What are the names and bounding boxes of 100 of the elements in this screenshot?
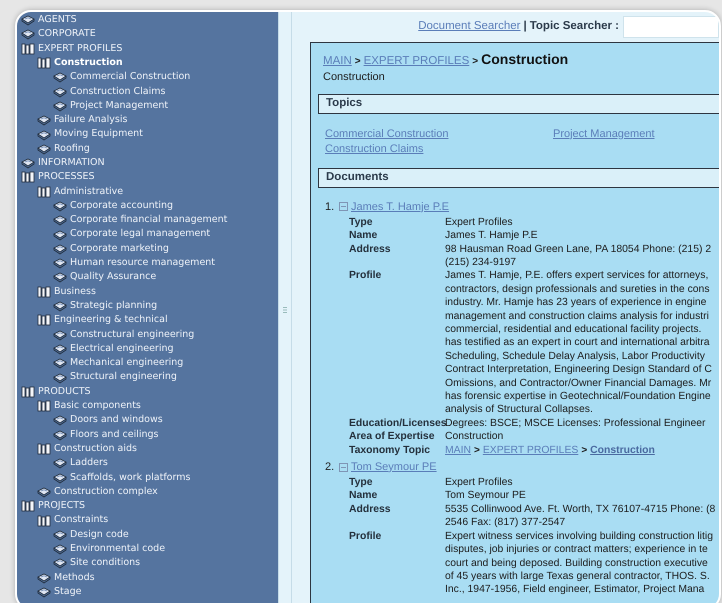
field-value: has forensic expertise in Geotechnical/Foundation Engine (445, 390, 712, 404)
tree-item[interactable]: INFORMATION (17, 156, 278, 170)
field-value: Expert witness services involving building construction litig (445, 530, 714, 544)
field-value: Expert Profiles (445, 216, 514, 230)
document-title-link[interactable]: Tom Seymour PE (351, 458, 437, 476)
closed-book-icon (53, 271, 67, 284)
closed-book-icon (53, 557, 67, 570)
tree-item[interactable]: AGENTS (17, 13, 278, 28)
topic-link[interactable]: Construction Claims (325, 143, 424, 156)
field-label: Name (349, 489, 378, 503)
tree-item[interactable]: Floors and ceilings (17, 428, 278, 442)
tree-item[interactable]: Corporate accounting (17, 198, 278, 214)
breadcrumb-link[interactable]: MAIN (445, 444, 471, 458)
tree-item[interactable]: Administrative (17, 184, 278, 199)
tree-item[interactable]: Corporate marketing (17, 242, 278, 256)
collapse-icon[interactable] (339, 202, 348, 212)
collapse-icon[interactable] (339, 462, 348, 472)
closed-book-icon (53, 328, 67, 341)
topic-link[interactable]: Project Management (553, 128, 654, 140)
closed-book-icon (37, 128, 51, 141)
tree-item[interactable]: Commercial Construction (17, 70, 278, 84)
closed-book-icon (53, 457, 67, 470)
breadcrumb-link[interactable]: EXPERT PROFILES (482, 444, 578, 458)
tree-item[interactable]: Construction Claims (17, 84, 278, 99)
closed-book-icon (53, 257, 67, 270)
tree-item[interactable]: Stage (17, 584, 278, 600)
open-book-icon (37, 314, 51, 326)
tree-item[interactable]: Constructural engineering (17, 328, 278, 342)
closed-book-icon (53, 228, 67, 241)
document-searcher-link[interactable]: Document Searcher (418, 18, 521, 36)
tree-item[interactable]: Business (17, 284, 278, 299)
closed-book-icon (53, 414, 67, 426)
tree-item[interactable]: Strategic planning (17, 298, 278, 314)
tree-item[interactable]: Basic components (17, 399, 278, 414)
tree-item[interactable]: Doors and windows (17, 413, 278, 428)
tree-item[interactable]: Moving Equipment (17, 127, 278, 142)
field-value: 2546 Fax: (817) 377-2547 (445, 516, 566, 530)
tree-item[interactable]: Human resource management (17, 256, 278, 270)
breadcrumb-link[interactable]: EXPERT PROFILES (364, 53, 470, 70)
breadcrumb-separator: > (472, 55, 478, 69)
closed-book-icon (53, 528, 67, 541)
closed-book-icon (53, 372, 67, 384)
item-number: 1. (324, 200, 336, 214)
breadcrumb-link[interactable]: MAIN (323, 53, 352, 70)
tree-item[interactable]: Structural engineering (17, 370, 278, 385)
tree-item[interactable]: Ladders (17, 456, 278, 470)
breadcrumb-separator: > (474, 444, 480, 458)
tree-item[interactable]: Construction complex (17, 484, 278, 500)
field-value: has testified as an expert in court and international arbitra (445, 336, 711, 350)
topic-link[interactable]: Commercial Construction (325, 128, 448, 140)
tree-item[interactable]: Project Management (17, 98, 278, 114)
open-book-icon (21, 500, 35, 512)
tree-item[interactable]: Construction aids (17, 442, 278, 456)
tree-item[interactable]: PROCESSES (17, 170, 278, 185)
tree-item[interactable]: PRODUCTS (17, 384, 278, 400)
closed-book-icon (53, 428, 67, 441)
closed-book-icon (53, 357, 67, 370)
splitter[interactable] (278, 12, 292, 603)
closed-book-icon (21, 157, 35, 170)
tree-item[interactable]: Methods (17, 570, 278, 585)
closed-book-icon (53, 86, 67, 98)
tree-item[interactable]: Mechanical engineering (17, 356, 278, 370)
tree-item[interactable]: EXPERT PROFILES (17, 42, 278, 56)
tree-item[interactable]: Design code (17, 528, 278, 542)
tree-item[interactable]: Constraints (17, 513, 278, 528)
tree-item[interactable]: Quality Assurance (17, 270, 278, 285)
closed-book-icon (21, 14, 35, 26)
open-book-icon (37, 400, 51, 412)
open-book-icon (37, 443, 51, 456)
topic-search-field[interactable] (623, 16, 719, 38)
field-value: James T. Hamje, P.E. offers expert services for attorneys, (445, 269, 710, 283)
breadcrumb-link[interactable]: Construction (590, 444, 655, 458)
field-value: Degrees: BSCE; MSCE Licenses: Professional Engineer (445, 416, 706, 430)
field-value: Scheduling, Schedule Delay Analysis, Labor Productivity (445, 350, 706, 364)
field-value: 98 Hausman Road Green Lane, PA 18054 Phone: (215) 2 (445, 242, 712, 256)
tree-item[interactable]: Corporate financial management (17, 213, 278, 228)
tree-item[interactable]: Site conditions (17, 556, 278, 571)
field-label: Profile (349, 530, 382, 544)
tree-item[interactable]: PROJECTS (17, 499, 278, 514)
tree-item[interactable]: Roofing (17, 142, 278, 156)
closed-book-icon (53, 472, 67, 484)
document-title-link[interactable]: James T. Hamje P.E (351, 198, 450, 215)
tree-item[interactable]: Electrical engineering (17, 342, 278, 356)
tree-item[interactable]: CORPORATE (17, 27, 278, 42)
field-label: Address (349, 502, 392, 517)
tree-item[interactable]: Environmental code (17, 542, 278, 556)
tree-item[interactable]: Construction (17, 56, 278, 70)
closed-book-icon (37, 114, 51, 126)
closed-book-icon (53, 242, 67, 255)
field-value: of 45 years with large Texas general contractor, THOS. S. (445, 570, 711, 584)
tree-item[interactable]: Corporate legal management (17, 227, 278, 242)
tree-item[interactable]: Engineering & technical (17, 313, 278, 328)
section-title: Documents (326, 170, 389, 186)
tree-item[interactable]: Failure Analysis (17, 113, 278, 128)
tree-item[interactable]: Scaffolds, work platforms (17, 470, 278, 485)
section-title: Topics (326, 96, 362, 112)
field-label: Taxonomy Topic (349, 444, 432, 458)
breadcrumb-separator: > (581, 444, 588, 458)
field-label: Name (349, 229, 378, 243)
field-value: commercial, residential and educational facility projects. (445, 323, 702, 336)
